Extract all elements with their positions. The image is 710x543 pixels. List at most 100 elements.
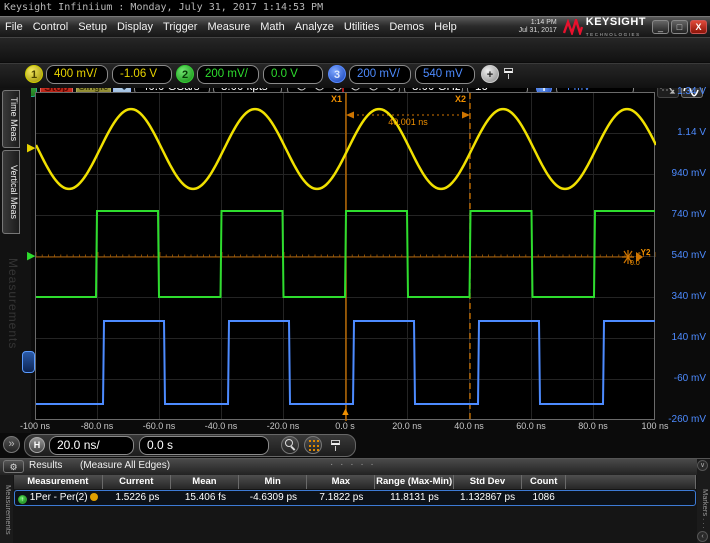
cursor-x1-label[interactable]: X1 bbox=[320, 94, 342, 104]
results-panel: ⚙ Results (Measure All Edges) · · · · · … bbox=[0, 458, 710, 543]
oscilloscope-screen: Keysight Infiniium : Monday, July 31, 20… bbox=[0, 0, 710, 543]
clock-date: Jul 31, 2017 bbox=[519, 27, 557, 34]
menu-demos[interactable]: Demos bbox=[384, 21, 429, 33]
y-axis-label: 1.14 V bbox=[658, 127, 706, 138]
channel-1-toggle[interactable]: 1 bbox=[25, 65, 43, 83]
cell-range: 11.8131 ps bbox=[375, 491, 453, 505]
keysight-logo-icon bbox=[563, 19, 583, 35]
x-axis-label: 60.0 ns bbox=[500, 421, 562, 431]
cell-count: 1086 bbox=[522, 491, 566, 505]
col-stddev: Std Dev bbox=[454, 475, 522, 489]
cursor-x2-label[interactable]: X2 bbox=[444, 94, 466, 104]
cursor-y2-label[interactable]: -Y2 bbox=[638, 248, 650, 257]
timebase-scale-field[interactable]: 20.0 ns/ bbox=[49, 436, 134, 455]
x-axis-label: 20.0 ns bbox=[376, 421, 438, 431]
pin-icon[interactable] bbox=[504, 68, 513, 73]
cell-stddev: 1.132867 ps bbox=[454, 491, 522, 505]
cell-max: 7.1822 ps bbox=[307, 491, 375, 505]
results-column-headers: Measurement Current Mean Min Max Range (… bbox=[14, 475, 696, 489]
menu-utilities[interactable]: Utilities bbox=[339, 21, 384, 33]
col-min: Min bbox=[239, 475, 307, 489]
menu-file[interactable]: File bbox=[0, 21, 28, 33]
measurement-color-dot bbox=[90, 493, 98, 501]
channel-1-ground-marker[interactable]: ▶ bbox=[27, 142, 35, 154]
y-axis-label: 340 mV bbox=[658, 291, 706, 302]
panel-drag-grip[interactable]: · · · · · bbox=[330, 459, 376, 470]
channel-2-ground-marker[interactable]: ▶ bbox=[27, 250, 35, 262]
measurement-status-icon: ↑ bbox=[18, 495, 27, 504]
panel-expand-icon[interactable]: ‹ bbox=[697, 531, 708, 542]
clock-time: 1:14 PM bbox=[531, 19, 557, 26]
results-subtitle: (Measure All Edges) bbox=[80, 460, 170, 471]
cursor-delta-readout: 40.001 ns bbox=[358, 117, 458, 127]
results-table: Measurement Current Mean Min Max Range (… bbox=[14, 475, 696, 506]
channel-3-drag-handle[interactable] bbox=[22, 351, 35, 373]
x-axis-label: -40.0 ns bbox=[190, 421, 252, 431]
cell-mean: 15.406 fs bbox=[171, 491, 239, 505]
hrow-pin-icon[interactable] bbox=[331, 440, 340, 445]
results-gear-icon[interactable]: ⚙ bbox=[3, 460, 24, 473]
timebase-position-field[interactable]: 0.0 s bbox=[139, 436, 269, 455]
y-axis-label: -60 mV bbox=[658, 373, 706, 384]
x-axis-label: -20.0 ns bbox=[252, 421, 314, 431]
menu-analyze[interactable]: Analyze bbox=[290, 21, 339, 33]
tab-time-meas[interactable]: Time Meas bbox=[2, 90, 20, 148]
time-reference-icon[interactable] bbox=[304, 436, 322, 454]
add-waveform-button[interactable]: + bbox=[481, 65, 499, 83]
expand-controls-button[interactable]: » bbox=[3, 436, 20, 453]
channel-3-scale-field[interactable]: 200 mV/ bbox=[349, 65, 411, 84]
channel-1-offset-field[interactable]: -1.06 V bbox=[112, 65, 172, 84]
menu-math[interactable]: Math bbox=[255, 21, 289, 33]
y-axis-label: 740 mV bbox=[658, 209, 706, 220]
x-axis-label: 0.0 s bbox=[314, 421, 376, 431]
restore-button[interactable]: □ bbox=[671, 20, 688, 34]
trigger-time-marker[interactable]: ▲ bbox=[340, 406, 351, 418]
brand-sub: TECHNOLOGIES bbox=[586, 32, 641, 37]
waveform-canvas bbox=[36, 93, 656, 421]
menu-measure[interactable]: Measure bbox=[202, 21, 255, 33]
cell-min: -4.6309 ps bbox=[239, 491, 307, 505]
x-axis-label: -100 ns bbox=[4, 421, 66, 431]
results-header: ⚙ Results (Measure All Edges) · · · · · bbox=[0, 459, 710, 475]
menu-help[interactable]: Help bbox=[429, 21, 462, 33]
y-axis-label: 540 mV bbox=[658, 250, 706, 261]
tab-measurements-vertical[interactable]: Measurements bbox=[0, 475, 13, 543]
menu-setup[interactable]: Setup bbox=[73, 21, 112, 33]
brand-name: KEYSIGHT bbox=[586, 16, 646, 28]
clock: 1:14 PM Jul 31, 2017 bbox=[519, 19, 563, 35]
close-button[interactable]: X bbox=[690, 20, 707, 34]
y-axis-label: 1.34 V bbox=[658, 86, 706, 97]
menu-bar: File Control Setup Display Trigger Measu… bbox=[0, 16, 710, 37]
horizontal-menu-button[interactable]: H bbox=[29, 437, 45, 453]
cursor-y2-value: 0.0 bbox=[630, 260, 640, 267]
channel-3-offset-field[interactable]: 540 mV bbox=[415, 65, 475, 84]
measurement-name: 1Per - Per(2) bbox=[30, 492, 88, 503]
channel-2-toggle[interactable]: 2 bbox=[176, 65, 194, 83]
menu-trigger[interactable]: Trigger bbox=[158, 21, 202, 33]
col-mean: Mean bbox=[171, 475, 239, 489]
channel-1-scale-field[interactable]: 400 mV/ bbox=[46, 65, 108, 84]
results-title: Results bbox=[29, 460, 62, 471]
x-axis-label: -80.0 ns bbox=[66, 421, 128, 431]
minimize-button[interactable]: _ bbox=[652, 20, 669, 34]
tab-vertical-meas[interactable]: Vertical Meas bbox=[2, 150, 20, 234]
table-row[interactable]: ↑ 1Per - Per(2) 1.5226 ps 15.406 fs -4.6… bbox=[14, 490, 696, 506]
waveform-display[interactable]: X1 X2 40.001 ns -Y2 0.0 ▶ ▶ ▲ bbox=[35, 92, 655, 420]
horizontal-zoom-icon[interactable] bbox=[281, 436, 299, 454]
col-measurement: Measurement bbox=[14, 475, 103, 489]
col-count: Count bbox=[522, 475, 566, 489]
menu-control[interactable]: Control bbox=[28, 21, 73, 33]
toolbar: Run Stop Single ↷ 40.0 GSa/s 8.00 kpts 8… bbox=[0, 37, 710, 62]
col-range: Range (Max-Min) bbox=[375, 475, 453, 489]
channel-2-offset-field[interactable]: 0.0 V bbox=[263, 65, 323, 84]
panel-collapse-icon[interactable]: ∨ bbox=[697, 460, 708, 471]
menu-display[interactable]: Display bbox=[112, 21, 158, 33]
col-current: Current bbox=[103, 475, 171, 489]
sidebar-watermark: Measurements bbox=[6, 258, 20, 418]
channel-3-toggle[interactable]: 3 bbox=[328, 65, 346, 83]
x-axis-label: -60.0 ns bbox=[128, 421, 190, 431]
x-axis-label: 40.0 ns bbox=[438, 421, 500, 431]
x-axis-label: 80.0 ns bbox=[562, 421, 624, 431]
channel-2-scale-field[interactable]: 200 mV/ bbox=[197, 65, 259, 84]
keysight-brand: KEYSIGHT TECHNOLOGIES bbox=[563, 16, 650, 39]
